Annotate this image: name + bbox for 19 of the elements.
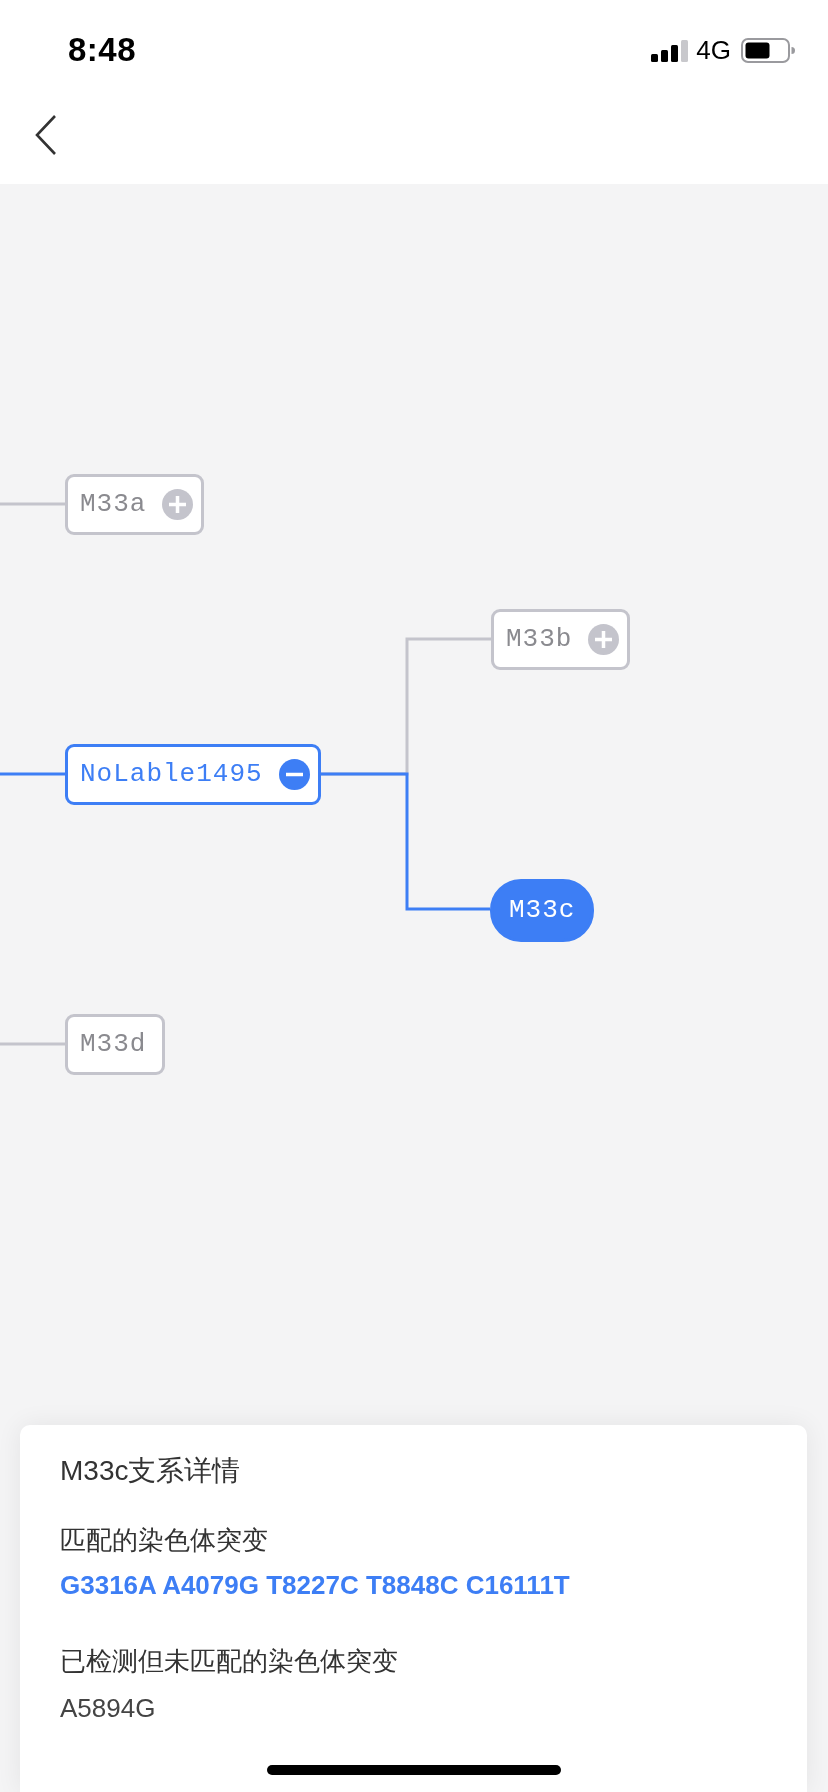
connector-line (0, 502, 65, 506)
tree-node[interactable]: NoLable1495 (65, 743, 321, 805)
section-heading: 已检测但未匹配的染色体突变 (60, 1645, 399, 1678)
battery-icon (741, 37, 795, 63)
connector-line (0, 772, 65, 776)
status-time: 8:48 (68, 31, 137, 69)
mutation-list: A5894G (60, 1691, 767, 1725)
signal-icon (651, 40, 689, 62)
card-title: M33c支系详情 (60, 1454, 242, 1488)
mutation-list: G3316A A4079G T8227C T8848C C16111T (60, 1568, 767, 1602)
tree-node[interactable]: M33d (65, 1013, 166, 1075)
connector-line (0, 1042, 65, 1046)
tree-node[interactable]: M33c (490, 878, 595, 942)
section-heading: 匹配的染色体突变 (60, 1524, 269, 1557)
minus-circle-icon[interactable] (278, 758, 310, 790)
back-chevron-icon (34, 114, 58, 156)
tree-node[interactable]: M33b (491, 608, 631, 670)
tree-node[interactable]: M33a (65, 473, 205, 535)
network-type: 4G (696, 34, 731, 66)
